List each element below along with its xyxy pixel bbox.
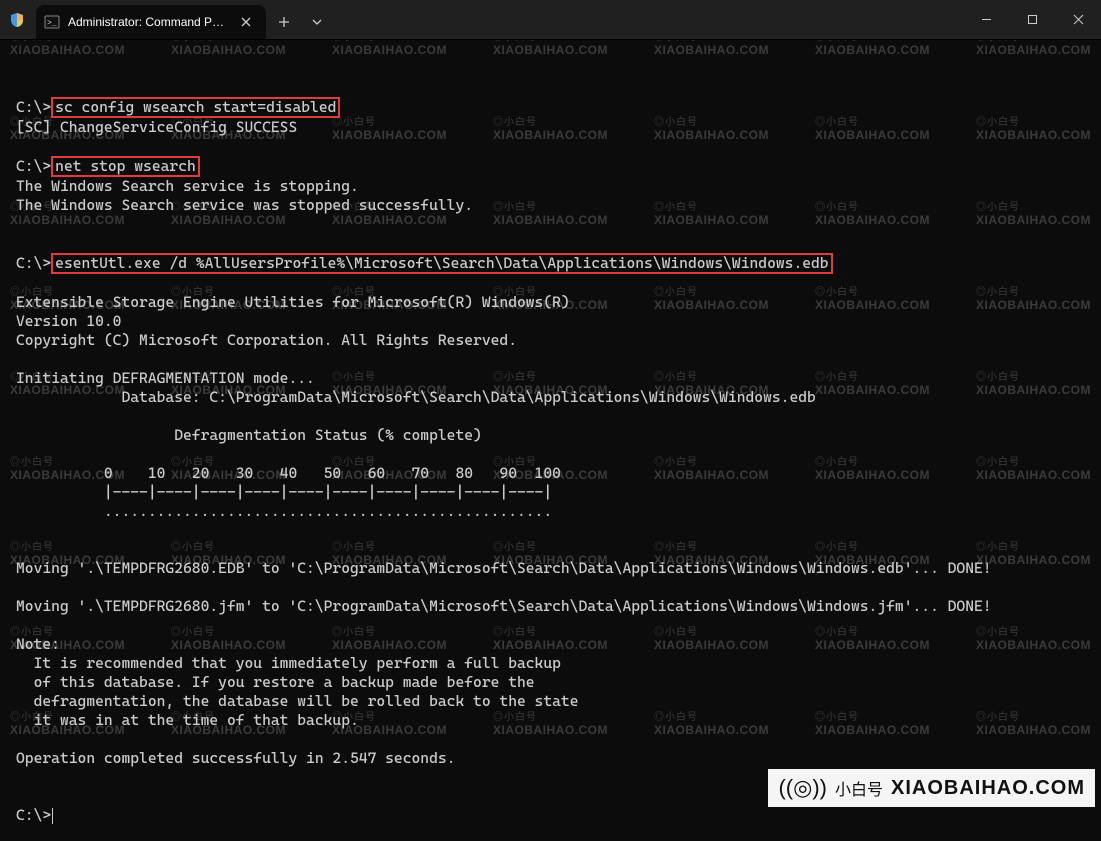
uac-shield-icon bbox=[0, 0, 34, 39]
maximize-icon bbox=[1027, 14, 1038, 25]
output-line: Version 10.0 bbox=[16, 312, 121, 330]
tab-close-button[interactable] bbox=[236, 12, 256, 32]
broadcast-icon: ((◎)) bbox=[778, 775, 827, 801]
watermark-en: XIAOBAIHAO.COM bbox=[891, 777, 1085, 800]
chevron-down-icon bbox=[312, 17, 322, 27]
prompt: C:\> bbox=[16, 254, 51, 272]
output-line: Database: C:\ProgramData\Microsoft\Searc… bbox=[16, 388, 816, 406]
tab-title: Administrator: Command Prompt bbox=[68, 15, 228, 29]
highlighted-command: net stop wsearch bbox=[51, 156, 200, 177]
prompt: C:\> bbox=[16, 806, 51, 824]
output-line: Note: bbox=[16, 635, 60, 653]
output-line: Extensible Storage Engine Utilities for … bbox=[16, 293, 570, 311]
output-line: Moving '.\TEMPDFRG2680.jfm' to 'C:\Progr… bbox=[16, 597, 992, 615]
cursor bbox=[52, 808, 53, 824]
close-icon bbox=[241, 17, 251, 27]
output-line: The Windows Search service was stopped s… bbox=[16, 196, 473, 214]
output-line: it was in at the time of that backup. bbox=[16, 711, 359, 729]
cmd-icon: >_ bbox=[44, 14, 60, 30]
output-line: |----|----|----|----|----|----|----|----… bbox=[16, 483, 552, 501]
tab-dropdown-button[interactable] bbox=[302, 5, 332, 39]
prompt: C:\> bbox=[16, 157, 51, 175]
titlebar-drag-area[interactable] bbox=[332, 0, 963, 39]
output-line: Moving '.\TEMPDFRG2680.EDB' to 'C:\Progr… bbox=[16, 559, 992, 577]
maximize-button[interactable] bbox=[1009, 0, 1055, 39]
highlighted-command: sc config wsearch start=disabled bbox=[51, 97, 340, 118]
close-window-button[interactable] bbox=[1055, 0, 1101, 39]
output-line: defragmentation, the database will be ro… bbox=[16, 692, 579, 710]
output-line: Defragmentation Status (% complete) bbox=[16, 426, 482, 444]
titlebar[interactable]: >_ Administrator: Command Prompt bbox=[0, 0, 1101, 40]
output-line: [SC] ChangeServiceConfig SUCCESS bbox=[16, 118, 297, 136]
minimize-icon bbox=[981, 14, 992, 25]
output-line: Initiating DEFRAGMENTATION mode... bbox=[16, 369, 315, 387]
output-line: Operation completed successfully in 2.54… bbox=[16, 749, 455, 767]
tab-command-prompt[interactable]: >_ Administrator: Command Prompt bbox=[36, 5, 266, 39]
output-line: It is recommended that you immediately p… bbox=[16, 654, 561, 672]
watermark-badge: ((◎)) 小白号 XIAOBAIHAO.COM bbox=[768, 769, 1095, 807]
output-line: 0 10 20 30 40 50 60 70 80 90 100 bbox=[16, 464, 561, 482]
highlighted-command: esentUtl.exe /d %AllUsersProfile%\Micros… bbox=[51, 253, 832, 274]
close-icon bbox=[1073, 14, 1084, 25]
output-line: Copyright (C) Microsoft Corporation. All… bbox=[16, 331, 517, 349]
output-line: The Windows Search service is stopping. bbox=[16, 177, 359, 195]
output-line: ........................................… bbox=[16, 502, 552, 520]
minimize-button[interactable] bbox=[963, 0, 1009, 39]
prompt: C:\> bbox=[16, 98, 51, 116]
terminal-output[interactable]: C:\>sc config wsearch start=disabled [SC… bbox=[0, 40, 1101, 841]
svg-text:>_: >_ bbox=[47, 19, 57, 28]
new-tab-button[interactable] bbox=[266, 5, 302, 39]
plus-icon bbox=[278, 16, 290, 28]
output-line: of this database. If you restore a backu… bbox=[16, 673, 535, 691]
watermark-cn: 小白号 bbox=[835, 776, 883, 800]
